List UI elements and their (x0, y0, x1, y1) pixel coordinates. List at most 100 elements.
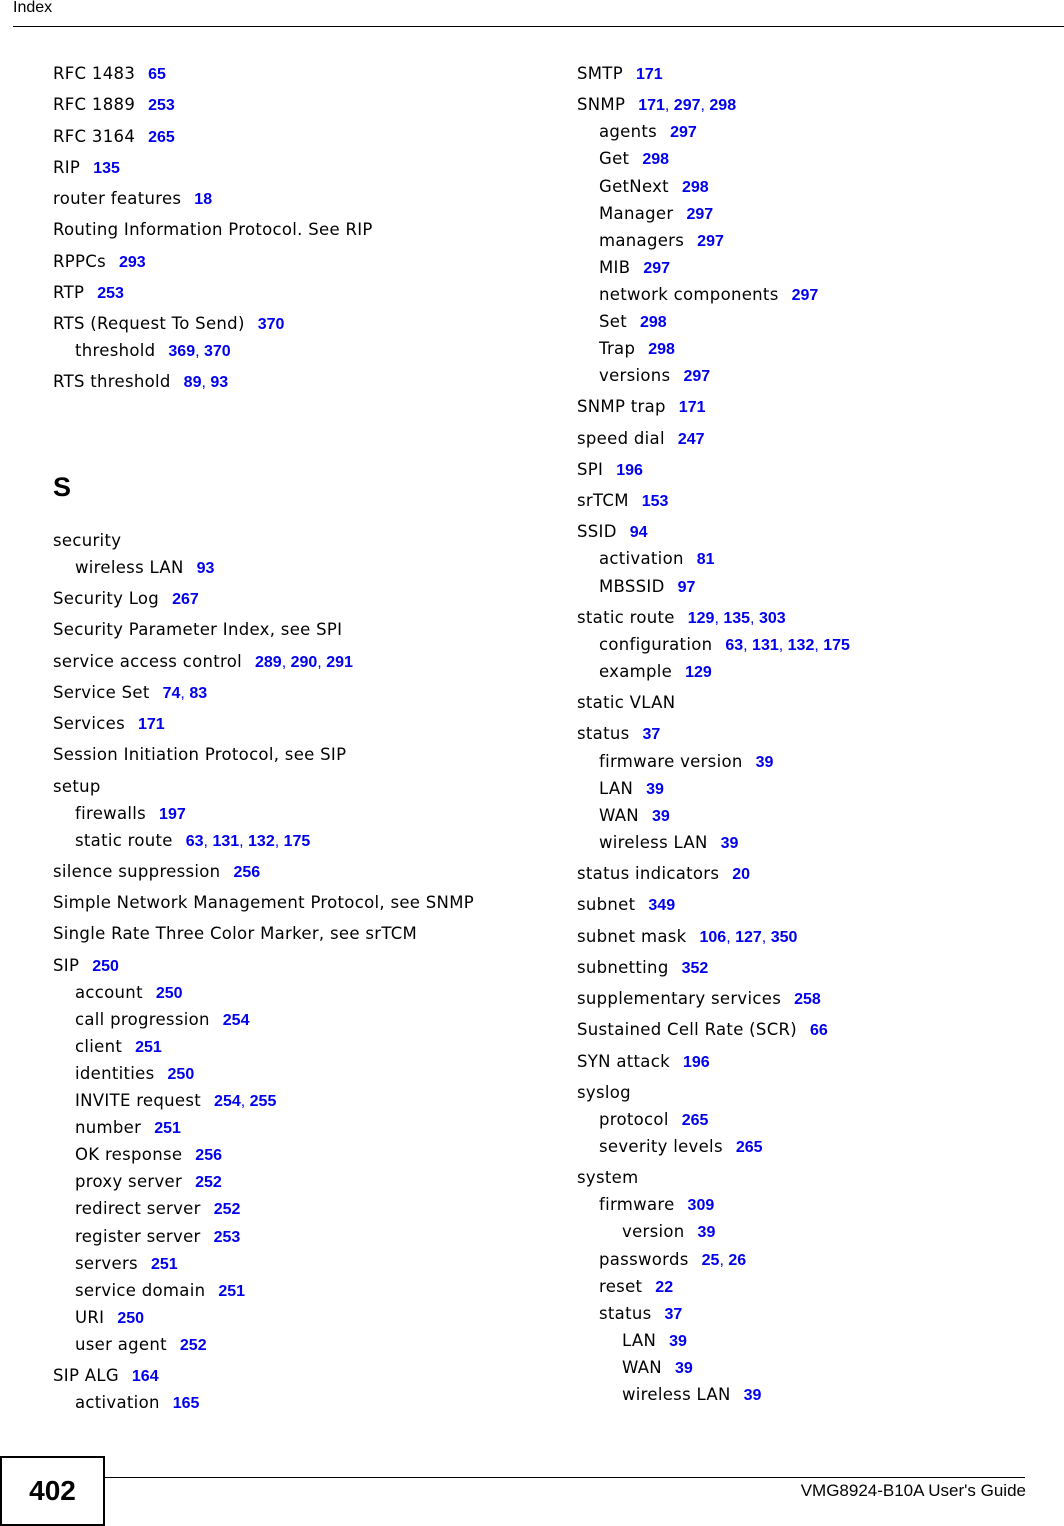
page-separator: , (714, 610, 724, 627)
page-link[interactable]: 171 (138, 716, 165, 733)
page-link[interactable]: 352 (682, 960, 709, 977)
page-link[interactable]: 63 (725, 637, 743, 654)
page-link[interactable]: 37 (665, 1306, 683, 1323)
page-link[interactable]: 252 (180, 1337, 207, 1354)
page-link[interactable]: 132 (788, 637, 815, 654)
page-link[interactable]: 175 (823, 637, 850, 654)
page-link[interactable]: 256 (195, 1147, 222, 1164)
page-link[interactable]: 298 (642, 151, 669, 168)
page-link[interactable]: 106 (700, 929, 727, 946)
page-link[interactable]: 81 (697, 551, 715, 568)
page-link[interactable]: 297 (686, 206, 713, 223)
page-link[interactable]: 153 (642, 493, 669, 510)
page-link[interactable]: 250 (168, 1066, 195, 1083)
page-link[interactable]: 164 (132, 1368, 159, 1385)
page-link[interactable]: 165 (173, 1395, 200, 1412)
page-link[interactable]: 252 (195, 1174, 222, 1191)
page-link[interactable]: 265 (148, 129, 175, 146)
page-link[interactable]: 39 (669, 1333, 687, 1350)
page-link[interactable]: 251 (135, 1039, 162, 1056)
page-link[interactable]: 63 (186, 833, 204, 850)
page-link[interactable]: 250 (156, 985, 183, 1002)
page-link[interactable]: 298 (648, 341, 675, 358)
page-link[interactable]: 39 (675, 1360, 693, 1377)
page-link[interactable]: 89 (184, 374, 202, 391)
page-link[interactable]: 297 (792, 287, 819, 304)
page-link[interactable]: 39 (646, 781, 664, 798)
page-link[interactable]: 175 (284, 833, 311, 850)
page-link[interactable]: 370 (258, 316, 285, 333)
page-link[interactable]: 350 (771, 929, 798, 946)
page-link[interactable]: 132 (248, 833, 275, 850)
page-link[interactable]: 247 (678, 431, 705, 448)
page-link[interactable]: 196 (616, 462, 643, 479)
page-link[interactable]: 22 (655, 1279, 673, 1296)
page-link[interactable]: 265 (682, 1112, 709, 1129)
page-link[interactable]: 127 (735, 929, 762, 946)
page-link[interactable]: 349 (648, 897, 675, 914)
page-link[interactable]: 135 (723, 610, 750, 627)
page-link[interactable]: 39 (744, 1387, 762, 1404)
page-link[interactable]: 171 (679, 399, 706, 416)
page-link[interactable]: 369 (168, 343, 195, 360)
page-link[interactable]: 253 (214, 1229, 241, 1246)
page-link[interactable]: 39 (721, 835, 739, 852)
page-link[interactable]: 83 (189, 685, 207, 702)
page-link[interactable]: 93 (197, 560, 215, 577)
page-link[interactable]: 297 (683, 368, 710, 385)
page-link[interactable]: 265 (736, 1139, 763, 1156)
page-references: 250 (168, 1066, 195, 1083)
page-link[interactable]: 93 (210, 374, 228, 391)
page-link[interactable]: 253 (148, 97, 175, 114)
page-link[interactable]: 66 (810, 1022, 828, 1039)
page-link[interactable]: 39 (756, 754, 774, 771)
page-link[interactable]: 289 (255, 654, 282, 671)
page-link[interactable]: 298 (640, 314, 667, 331)
page-link[interactable]: 293 (119, 254, 146, 271)
page-link[interactable]: 290 (291, 654, 318, 671)
page-link[interactable]: 94 (630, 524, 648, 541)
page-link[interactable]: 298 (682, 179, 709, 196)
page-link[interactable]: 25 (702, 1252, 720, 1269)
page-link[interactable]: 18 (194, 191, 212, 208)
page-link[interactable]: 256 (233, 864, 260, 881)
page-link[interactable]: 20 (732, 866, 750, 883)
page-link[interactable]: 254 (223, 1012, 250, 1029)
page-link[interactable]: 74 (163, 685, 181, 702)
page-link[interactable]: 291 (326, 654, 353, 671)
page-link[interactable]: 37 (643, 726, 661, 743)
page-link[interactable]: 251 (218, 1283, 245, 1300)
page-link[interactable]: 253 (97, 285, 124, 302)
page-link[interactable]: 129 (688, 610, 715, 627)
page-link[interactable]: 309 (688, 1197, 715, 1214)
page-link[interactable]: 250 (117, 1310, 144, 1327)
page-link[interactable]: 297 (670, 124, 697, 141)
page-link[interactable]: 26 (728, 1252, 746, 1269)
page-link[interactable]: 267 (172, 591, 199, 608)
page-link[interactable]: 297 (643, 260, 670, 277)
page-link[interactable]: 129 (685, 664, 712, 681)
page-link[interactable]: 131 (212, 833, 239, 850)
page-link[interactable]: 251 (151, 1256, 178, 1273)
page-link[interactable]: 197 (159, 806, 186, 823)
page-link[interactable]: 97 (678, 579, 696, 596)
page-link[interactable]: 370 (204, 343, 231, 360)
page-link[interactable]: 252 (214, 1201, 241, 1218)
page-link[interactable]: 251 (154, 1120, 181, 1137)
page-link[interactable]: 171 (638, 97, 665, 114)
page-link[interactable]: 65 (148, 66, 166, 83)
page-link[interactable]: 39 (698, 1224, 716, 1241)
page-link[interactable]: 258 (794, 991, 821, 1008)
page-link[interactable]: 298 (709, 97, 736, 114)
page-link[interactable]: 250 (92, 958, 119, 975)
page-link[interactable]: 39 (652, 808, 670, 825)
page-link[interactable]: 297 (674, 97, 701, 114)
page-link[interactable]: 255 (250, 1093, 277, 1110)
page-link[interactable]: 254 (214, 1093, 241, 1110)
page-link[interactable]: 171 (636, 66, 663, 83)
page-link[interactable]: 131 (752, 637, 779, 654)
page-link[interactable]: 303 (759, 610, 786, 627)
page-link[interactable]: 135 (93, 160, 120, 177)
page-link[interactable]: 196 (683, 1054, 710, 1071)
page-link[interactable]: 297 (697, 233, 724, 250)
